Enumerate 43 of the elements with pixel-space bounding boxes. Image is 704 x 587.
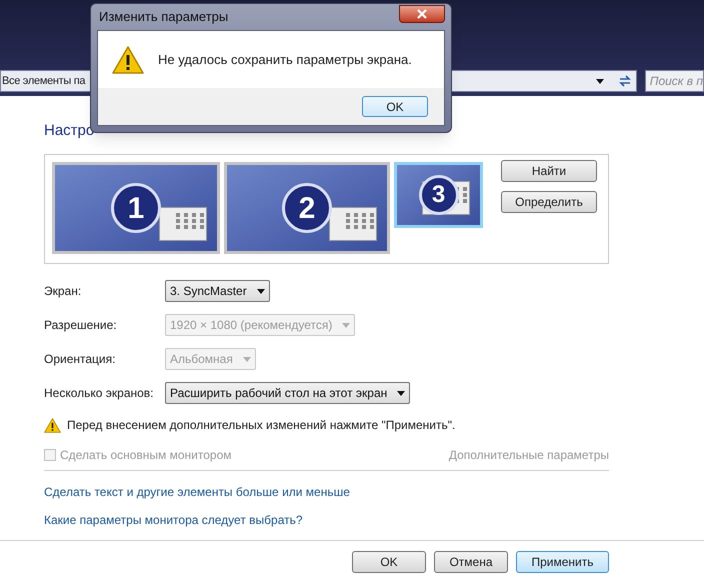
field-label: Ориентация: xyxy=(44,351,116,368)
window-icon xyxy=(329,207,377,241)
dialog-title: Изменить параметры xyxy=(98,8,228,26)
monitor-number: 1 xyxy=(111,183,161,233)
side-button[interactable]: Найти xyxy=(501,160,597,182)
dialog-button[interactable]: Применить xyxy=(516,551,609,573)
dialog-button[interactable]: OK xyxy=(352,551,426,573)
caret-icon xyxy=(397,390,406,396)
side-button[interactable]: Определить xyxy=(501,191,597,213)
help-link[interactable]: Какие параметры монитора следует выбрать? xyxy=(44,511,303,529)
close-icon xyxy=(417,9,427,19)
monitor-number: 3 xyxy=(418,175,458,215)
search-placeholder: Поиск в п xyxy=(650,73,703,90)
caret-icon xyxy=(256,288,265,294)
monitor-tile[interactable]: 1 xyxy=(52,162,220,254)
dropdown[interactable]: 3. SyncMaster xyxy=(165,280,270,302)
monitor-tile[interactable]: 2 xyxy=(224,162,390,254)
dialog-button[interactable]: Отмена xyxy=(434,551,508,573)
address-text: Все элементы па xyxy=(1,74,86,89)
field-label: Несколько экранов: xyxy=(44,385,155,402)
field-label: Разрешение: xyxy=(44,317,118,334)
window-icon xyxy=(159,207,207,241)
ok-button[interactable]: OK xyxy=(362,96,428,117)
dropdown[interactable]: Расширить рабочий стол на этот экран xyxy=(165,382,410,404)
caret-icon xyxy=(242,356,251,362)
refresh-icon[interactable] xyxy=(618,74,632,88)
caret-icon xyxy=(342,322,350,328)
warning-icon xyxy=(112,46,144,74)
dropdown-value: 3. SyncMaster xyxy=(170,283,247,300)
dropdown-value: 1920 × 1080 (рекомендуется) xyxy=(170,317,332,334)
dialog-message: Не удалось сохранить параметры экрана. xyxy=(158,50,412,69)
field-label: Экран: xyxy=(44,283,82,300)
monitor-tile[interactable]: 3 xyxy=(394,162,483,228)
checkbox-label: Сделать основным монитором xyxy=(60,447,232,464)
monitor-number: 2 xyxy=(282,183,332,233)
page-title: Настро xyxy=(44,122,96,140)
caret-icon xyxy=(596,78,604,84)
warning-text: Перед внесением дополнительных изменений нажмите "Применить". xyxy=(67,417,456,434)
warning-icon xyxy=(44,418,61,432)
dropdown-value: Расширить рабочий стол на этот экран xyxy=(170,385,388,402)
close-button[interactable] xyxy=(399,5,445,23)
dropdown-value: Альбомная xyxy=(170,351,233,368)
help-link[interactable]: Сделать текст и другие элементы больше или меньше xyxy=(44,483,350,501)
